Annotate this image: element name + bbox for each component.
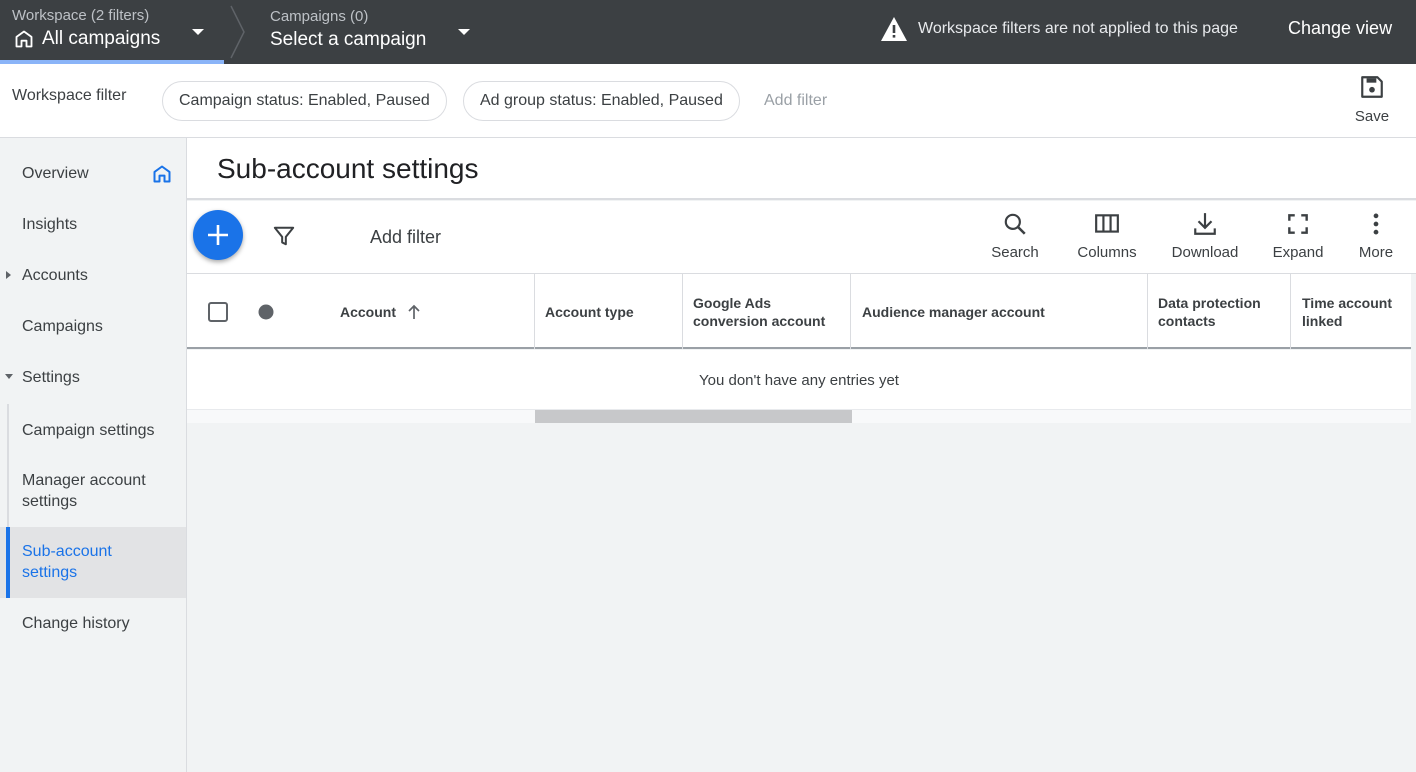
sidebar-item-manager-account-settings[interactable]: Manager account settings: [0, 458, 186, 527]
sort-ascending-icon: [408, 304, 420, 319]
expand-arrow-icon: [6, 271, 11, 279]
sidebar-item-label: Insights: [22, 216, 78, 233]
workspace-warning: Workspace filters are not applied to thi…: [880, 16, 1238, 42]
sidebar-item-change-history[interactable]: Change history: [0, 603, 186, 645]
campaign-selector[interactable]: Campaigns (0) Select a campaign: [270, 0, 480, 64]
add-filter-button[interactable]: Add filter: [370, 227, 441, 248]
table-toolbar: Add filter Search Columns Download Expan…: [187, 201, 1416, 274]
warning-icon: [881, 17, 907, 41]
workspace-filter-count: Workspace (2 filters): [12, 7, 150, 24]
column-divider: [682, 274, 683, 349]
home-icon: [15, 30, 33, 48]
search-icon: [1004, 213, 1026, 235]
dropdown-caret-icon: [458, 29, 470, 35]
download-icon: [1194, 213, 1216, 235]
columns-button[interactable]: Columns: [1073, 211, 1141, 261]
columns-icon: [1095, 214, 1119, 233]
add-filter-link[interactable]: Add filter: [764, 92, 827, 110]
empty-state-message: You don't have any entries yet: [699, 372, 899, 389]
more-vert-icon: [1373, 213, 1379, 235]
column-header-data-protection[interactable]: Data protection contacts: [1158, 274, 1268, 349]
sidebar-item-label: Change history: [22, 615, 130, 632]
column-header-time-linked[interactable]: Time account linked: [1302, 274, 1412, 349]
column-divider: [1147, 274, 1148, 349]
active-indicator: [6, 527, 10, 598]
column-divider: [534, 274, 535, 349]
expand-button[interactable]: Expand: [1270, 211, 1326, 261]
home-icon: [153, 165, 171, 183]
search-button[interactable]: Search: [987, 211, 1043, 261]
sidebar-item-label: Settings: [22, 369, 80, 386]
scrollbar-thumb[interactable]: [535, 410, 852, 423]
column-header-account[interactable]: Account: [340, 274, 422, 349]
sidebar-item-label: Manager account settings: [22, 472, 146, 510]
change-view-button[interactable]: Change view: [1288, 18, 1392, 39]
nav-rail: [7, 458, 9, 527]
download-label: Download: [1171, 244, 1239, 261]
nav-rail: [7, 404, 9, 458]
sidebar-item-label: Campaigns: [22, 318, 103, 335]
ad-group-status-chip[interactable]: Ad group status: Enabled, Paused: [463, 81, 740, 121]
sidebar-item-campaign-settings[interactable]: Campaign settings: [0, 404, 186, 458]
filter-icon[interactable]: [273, 225, 295, 247]
workspace-filter-bar: Workspace filter Campaign status: Enable…: [0, 64, 1416, 138]
plus-icon: [208, 225, 228, 245]
column-header-audience-manager[interactable]: Audience manager account: [862, 274, 1045, 349]
column-header-label: Account: [340, 303, 396, 320]
campaign-name: Select a campaign: [270, 29, 427, 50]
horizontal-scrollbar[interactable]: [187, 410, 1411, 423]
breadcrumb-chevron-icon: [230, 5, 245, 59]
page-title: Sub-account settings: [217, 153, 479, 184]
expand-label: Expand: [1272, 244, 1324, 261]
column-divider: [1290, 274, 1291, 349]
sidebar-item-insights[interactable]: Insights: [0, 203, 186, 245]
more-label: More: [1358, 244, 1394, 261]
save-icon: [1361, 76, 1383, 98]
search-label: Search: [991, 244, 1039, 261]
sidebar-item-sub-account-settings[interactable]: Sub-account settings: [0, 527, 186, 598]
sidebar-item-label: Overview: [22, 165, 89, 182]
workspace-selector[interactable]: Workspace (2 filters) All campaigns: [0, 0, 224, 64]
sidebar-item-label: Accounts: [22, 267, 88, 284]
sidebar-item-settings[interactable]: Settings: [0, 356, 186, 398]
dropdown-caret-icon: [192, 29, 204, 35]
sidebar-item-overview[interactable]: Overview: [0, 152, 186, 194]
status-dot-icon: [258, 304, 274, 320]
workspace-name: All campaigns: [42, 28, 161, 49]
collapse-arrow-icon: [5, 374, 13, 379]
more-button[interactable]: More: [1355, 211, 1397, 261]
columns-label: Columns: [1077, 244, 1137, 261]
warning-text: Workspace filters are not applied to thi…: [918, 20, 1238, 37]
top-bar: Workspace (2 filters) All campaigns Camp…: [0, 0, 1416, 64]
sidebar-item-label: Campaign settings: [22, 422, 155, 439]
sidebar: Overview Insights Accounts Campaigns Set…: [0, 138, 187, 772]
sidebar-item-accounts[interactable]: Accounts: [0, 254, 186, 296]
column-header-account-type[interactable]: Account type: [545, 274, 634, 349]
add-button[interactable]: [193, 210, 243, 260]
page-header: Sub-account settings: [187, 138, 1416, 200]
download-button[interactable]: Download: [1169, 211, 1241, 261]
sidebar-item-label: Sub-account settings: [22, 543, 112, 581]
select-all-checkbox[interactable]: [208, 302, 228, 322]
save-label: Save: [1354, 108, 1390, 125]
workspace-filter-label: Workspace filter: [12, 87, 127, 104]
fullscreen-icon: [1288, 214, 1308, 234]
campaigns-count: Campaigns (0): [270, 8, 369, 25]
empty-state-row: You don't have any entries yet: [187, 350, 1411, 410]
sidebar-item-campaigns[interactable]: Campaigns: [0, 305, 186, 347]
column-header-conversion-account[interactable]: Google Ads conversion account: [693, 274, 833, 349]
save-button[interactable]: Save: [1348, 74, 1396, 125]
column-divider: [850, 274, 851, 349]
campaign-status-chip[interactable]: Campaign status: Enabled, Paused: [162, 81, 447, 121]
table-header: Account Account type Google Ads conversi…: [187, 274, 1411, 349]
